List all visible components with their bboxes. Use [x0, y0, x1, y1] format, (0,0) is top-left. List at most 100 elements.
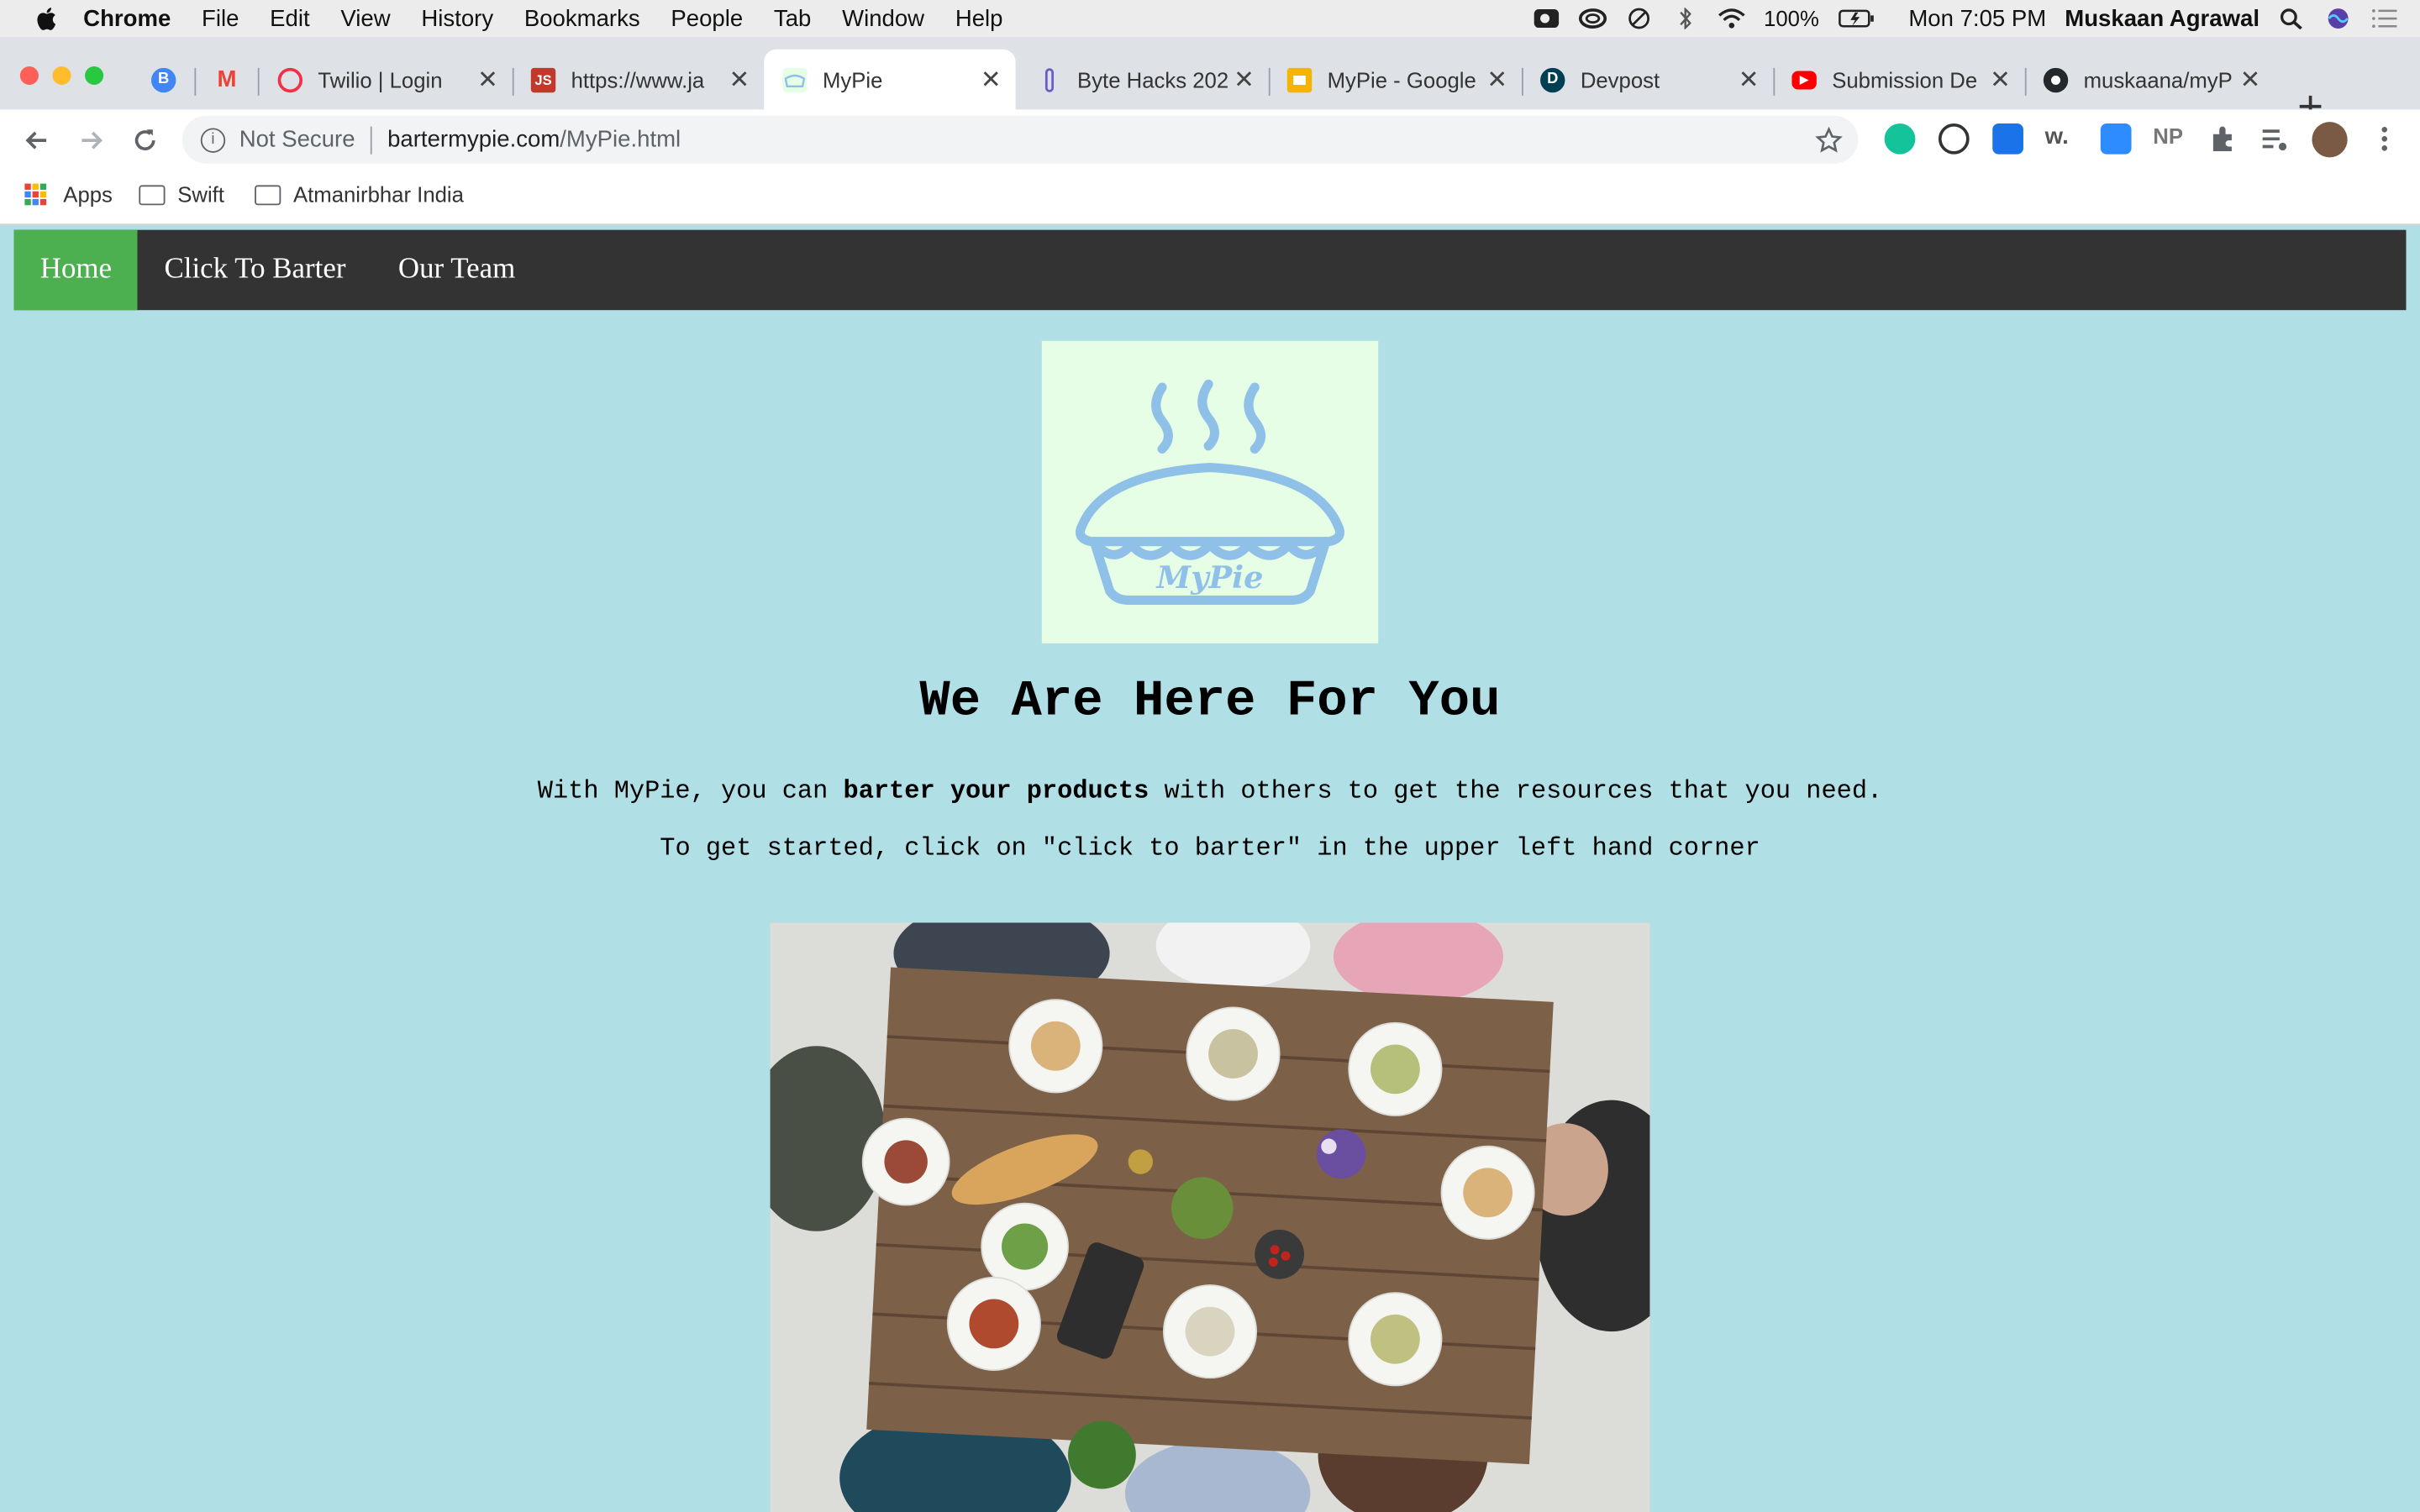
pie-favicon-icon [782, 66, 808, 92]
close-tab-icon[interactable]: ✕ [1988, 64, 2012, 95]
menu-file[interactable]: File [202, 5, 239, 31]
github-icon [2043, 66, 2069, 92]
notification-center-icon[interactable] [2370, 8, 2398, 29]
js-icon: JS [530, 66, 556, 92]
menu-edit[interactable]: Edit [270, 5, 309, 31]
spotlight-search-icon[interactable] [2278, 8, 2306, 29]
tab-label: MyPie [822, 66, 883, 92]
nav-click-to-barter-link[interactable]: Click To Barter [138, 230, 371, 311]
status-area: 100% Mon 7:05 PM Muskaan Agrawal [1533, 0, 2399, 37]
quote-extension-icon[interactable] [1938, 123, 1970, 155]
minimize-window-button[interactable] [52, 66, 71, 86]
info-icon[interactable]: i [200, 127, 226, 152]
bookmark-extension-icon[interactable] [1992, 123, 2023, 155]
menu-clock[interactable]: Mon 7:05 PM [1908, 5, 2046, 31]
tab-label: Twilio | Login [318, 66, 443, 92]
back-icon[interactable] [22, 125, 53, 156]
bookmark-label: Apps [63, 181, 113, 207]
gmail-icon: M [217, 66, 237, 93]
menu-tab[interactable]: Tab [774, 5, 811, 31]
mypie-logo: MyPie [1041, 340, 1379, 643]
tab-pinned-gmail[interactable]: M [196, 50, 260, 110]
menu-app-name[interactable]: Chrome [83, 5, 171, 31]
grammarly-icon[interactable] [1884, 123, 1916, 155]
tab-mypie[interactable]: MyPie ✕ [764, 49, 1016, 110]
media-control-icon[interactable] [2260, 123, 2291, 155]
menu-user[interactable]: Muskaan Agrawal [2065, 5, 2260, 31]
tab-byte-hacks[interactable]: Byte Hacks 202 ✕ [1018, 50, 1270, 110]
nav-our-team-link[interactable]: Our Team [372, 230, 542, 311]
camera-status-icon[interactable] [1533, 8, 1560, 29]
security-status[interactable]: Not Secure [239, 127, 355, 153]
tab-youtube[interactable]: Submission De ✕ [1773, 50, 2027, 110]
twilio-icon [277, 66, 302, 92]
wifi-icon[interactable] [1718, 8, 1745, 29]
menu-help[interactable]: Help [955, 5, 1003, 31]
extensions-puzzle-icon[interactable] [2207, 123, 2238, 155]
apple-icon[interactable] [34, 5, 61, 33]
profile-avatar[interactable] [2312, 122, 2348, 158]
forward-icon[interactable] [76, 125, 107, 156]
site-nav: Home Click To Barter Our Team [13, 229, 2407, 311]
battery-percent: 100% [1764, 6, 1819, 31]
close-tab-icon[interactable]: ✕ [727, 64, 751, 95]
tab-label: Submission De [1832, 66, 1978, 92]
window-controls [19, 66, 104, 86]
bookmark-apps[interactable]: Apps [24, 182, 113, 207]
bookmark-folder-atmanirbhar[interactable]: Atmanirbhar India [255, 182, 464, 207]
reload-icon[interactable] [129, 125, 160, 156]
np-extension-icon[interactable]: NP [2153, 123, 2184, 155]
tab-label: Devpost [1580, 66, 1660, 92]
tab-github[interactable]: muskaana/myP ✕ [2025, 50, 2275, 110]
omnibox-divider [370, 125, 372, 154]
tab-pinned-b[interactable]: B [133, 50, 197, 110]
bookmarks-bar: Apps Swift Atmanirbhar India [0, 170, 2420, 226]
zoom-extension-icon[interactable] [2100, 123, 2132, 155]
close-tab-icon[interactable]: ✕ [476, 64, 500, 95]
nav-home-link[interactable]: Home [13, 229, 139, 311]
url-path: /MyPie.html [560, 126, 681, 153]
close-tab-icon[interactable]: ✕ [978, 64, 1002, 95]
tab-devpost[interactable]: D Devpost ✕ [1522, 50, 1776, 110]
page-headline: We Are Here For You [919, 672, 1501, 730]
sync-icon[interactable] [1625, 8, 1653, 29]
zoom-window-button[interactable] [85, 66, 104, 86]
dinner-table-image [770, 922, 1650, 1512]
page-viewport: Home Click To Barter Our Team MyPie We A… [0, 225, 2420, 1512]
tab-google-slides[interactable]: MyPie - Google ✕ [1269, 50, 1523, 110]
menu-window[interactable]: Window [842, 5, 924, 31]
bookmark-label: Atmanirbhar India [292, 181, 464, 207]
intro-text-end: with others to get the resources that yo… [1149, 775, 1883, 806]
battery-icon[interactable] [1838, 8, 1875, 29]
folder-icon [255, 184, 281, 205]
browser-toolbar: i Not Secure bartermypie.com/MyPie.html … [0, 109, 2420, 171]
close-tab-icon[interactable]: ✕ [2238, 64, 2262, 95]
tab-js[interactable]: JS https://www.ja ✕ [513, 50, 764, 110]
tab-label: MyPie - Google [1327, 66, 1476, 92]
close-tab-icon[interactable]: ✕ [1485, 64, 1509, 95]
tab-label: https://www.ja [571, 66, 705, 92]
tab-twilio[interactable]: Twilio | Login ✕ [260, 50, 514, 110]
close-window-button[interactable] [19, 66, 39, 86]
youtube-icon [1791, 70, 1817, 89]
bookmark-star-icon[interactable] [1815, 125, 1843, 154]
bluetooth-icon[interactable] [1671, 8, 1699, 29]
chrome-menu-icon[interactable] [2369, 123, 2400, 155]
bookmark-folder-swift[interactable]: Swift [139, 182, 224, 207]
siri-icon[interactable] [2324, 8, 2352, 29]
group-dinner-photo [770, 922, 1650, 1512]
devpost-icon: D [1540, 66, 1565, 92]
logo-text: MyPie [1155, 559, 1264, 596]
google-slides-icon [1286, 66, 1313, 92]
bookmark-label: Swift [177, 181, 224, 207]
tab-label: Byte Hacks 202 [1077, 66, 1229, 92]
address-bar[interactable]: i Not Secure bartermypie.com/MyPie.html [182, 115, 1859, 164]
menu-view[interactable]: View [340, 5, 390, 31]
close-tab-icon[interactable]: ✕ [1736, 64, 1760, 95]
menu-people[interactable]: People [671, 5, 743, 31]
wordtune-icon[interactable]: w. [2045, 123, 2076, 155]
menu-history[interactable]: History [421, 5, 493, 31]
creative-cloud-icon[interactable] [1578, 8, 1607, 29]
menu-bookmarks[interactable]: Bookmarks [524, 5, 640, 31]
close-tab-icon[interactable]: ✕ [1232, 64, 1256, 95]
